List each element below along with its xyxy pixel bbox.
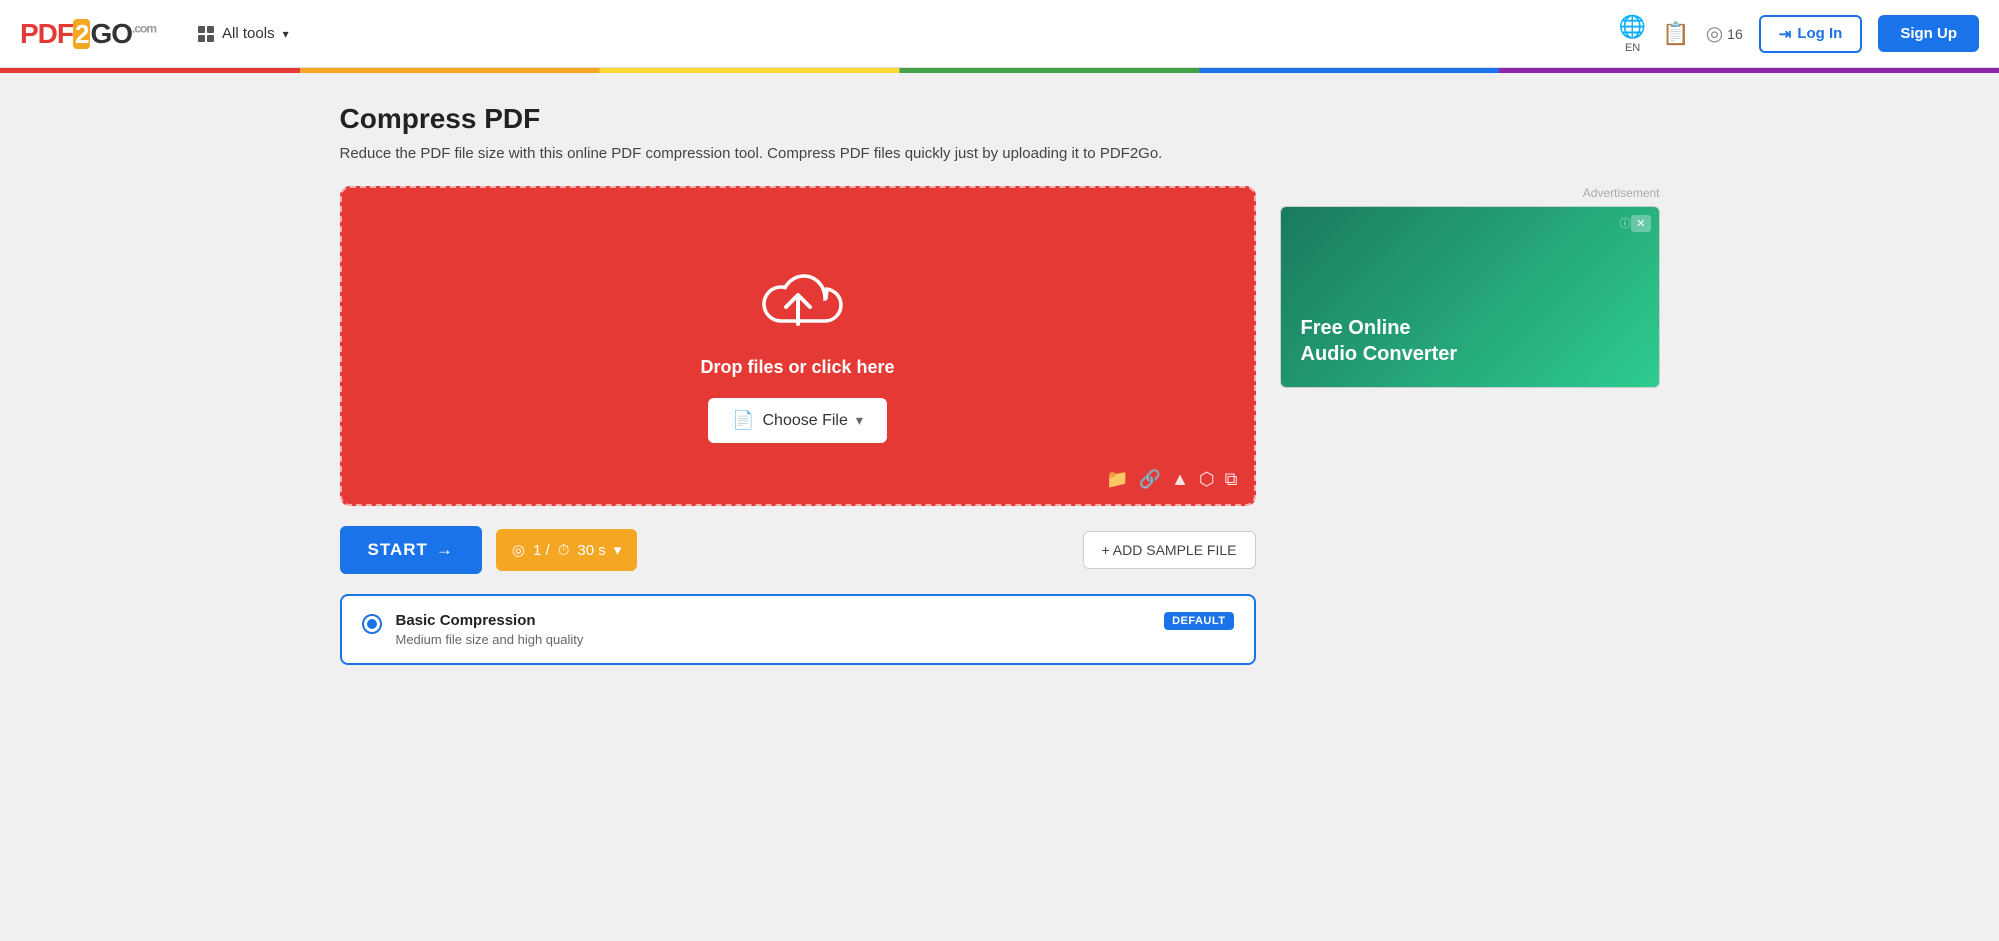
header: PDF2GO.com All tools ▾ 🌐 EN 📋 ◎ 16 ⇥ Log… [0, 0, 1999, 68]
start-row: START → ◎ 1 / ⏱ 30 s ▾ + ADD SAMPLE FILE [340, 526, 1256, 574]
credits-badge[interactable]: ◎ 16 [1706, 21, 1743, 46]
clock-icon: ⏱ [558, 542, 570, 559]
start-button[interactable]: START → [340, 526, 482, 574]
language-button[interactable]: 🌐 EN [1619, 14, 1646, 54]
eye-small-icon: ◎ [512, 541, 525, 559]
login-label: Log In [1797, 25, 1842, 42]
start-arrow-icon: → [436, 540, 454, 560]
choose-file-chevron-icon: ▾ [856, 412, 863, 429]
login-arrow-icon: ⇥ [1779, 25, 1792, 43]
ad-title: Free OnlineAudio Converter [1301, 315, 1639, 367]
ad-label: Advertisement [1280, 186, 1660, 200]
globe-icon: 🌐 [1619, 14, 1646, 40]
content-row: Drop files or click here 📄 Choose File ▾… [340, 186, 1660, 673]
credits-badge-text: 1 / [533, 542, 550, 559]
start-label: START [368, 540, 428, 560]
link-icon[interactable]: 🔗 [1139, 469, 1161, 490]
main-content: Compress PDF Reduce the PDF file size wi… [300, 73, 1700, 703]
file-icon: 📄 [732, 410, 754, 431]
chevron-down-icon: ▾ [283, 27, 289, 41]
radio-basic[interactable] [362, 614, 382, 634]
page-description: Reduce the PDF file size with this onlin… [340, 145, 1660, 162]
all-tools-label: All tools [222, 25, 275, 42]
eye-icon: ◎ [1706, 21, 1723, 46]
basic-option-text: Basic Compression Medium file size and h… [396, 612, 1151, 647]
signup-button[interactable]: Sign Up [1878, 15, 1979, 52]
grid-icon [198, 26, 214, 42]
choose-file-button[interactable]: 📄 Choose File ▾ [708, 398, 887, 443]
logo-com: .com [132, 21, 156, 35]
signup-label: Sign Up [1900, 25, 1957, 42]
history-button[interactable]: 📋 [1662, 21, 1689, 47]
upload-zone[interactable]: Drop files or click here 📄 Choose File ▾… [340, 186, 1256, 506]
header-right: 🌐 EN 📋 ◎ 16 ⇥ Log In Sign Up [1619, 14, 1979, 54]
dropbox-icon[interactable]: ⬡ [1199, 469, 1215, 490]
credits-count: 16 [1727, 26, 1743, 42]
logo-go: GO [90, 18, 132, 49]
side-column: Advertisement ⓘ ✕ Free OnlineAudio Conve… [1280, 186, 1660, 388]
ad-box: ⓘ ✕ Free OnlineAudio Converter [1280, 206, 1660, 388]
time-badge-text: 30 s [577, 542, 605, 559]
logo-pdf: PDF [20, 18, 73, 49]
main-column: Drop files or click here 📄 Choose File ▾… [340, 186, 1256, 673]
add-sample-label: + ADD SAMPLE FILE [1102, 542, 1237, 558]
logo-text: PDF2GO.com [20, 18, 156, 50]
choose-file-label: Choose File [763, 412, 848, 430]
add-sample-button[interactable]: + ADD SAMPLE FILE [1083, 531, 1256, 569]
basic-option-desc: Medium file size and high quality [396, 632, 1151, 647]
folder-icon[interactable]: 📁 [1106, 469, 1128, 490]
page-title: Compress PDF [340, 103, 1660, 135]
basic-option-title: Basic Compression [396, 612, 1151, 629]
login-button[interactable]: ⇥ Log In [1759, 15, 1863, 53]
copy-icon[interactable]: ⧉ [1225, 469, 1238, 490]
drive-icon[interactable]: ▲ [1171, 469, 1189, 490]
ad-close-button[interactable]: ✕ [1631, 215, 1650, 232]
all-tools-button[interactable]: All tools ▾ [186, 17, 301, 50]
default-badge: DEFAULT [1164, 612, 1233, 630]
logo-2: 2 [73, 19, 90, 49]
logo[interactable]: PDF2GO.com [20, 18, 156, 50]
upload-bottom-icons: 📁 🔗 ▲ ⬡ ⧉ [1106, 469, 1237, 490]
ad-info-icon[interactable]: ⓘ [1620, 215, 1631, 231]
basic-compression-option[interactable]: Basic Compression Medium file size and h… [340, 594, 1256, 665]
drop-text: Drop files or click here [700, 357, 894, 378]
clipboard-icon: 📋 [1662, 21, 1689, 46]
info-badge[interactable]: ◎ 1 / ⏱ 30 s ▾ [496, 529, 637, 571]
language-label: EN [1625, 42, 1640, 54]
cloud-upload-icon [753, 269, 843, 341]
info-chevron-icon: ▾ [614, 541, 622, 559]
ad-inner: ⓘ ✕ Free OnlineAudio Converter [1281, 207, 1659, 387]
